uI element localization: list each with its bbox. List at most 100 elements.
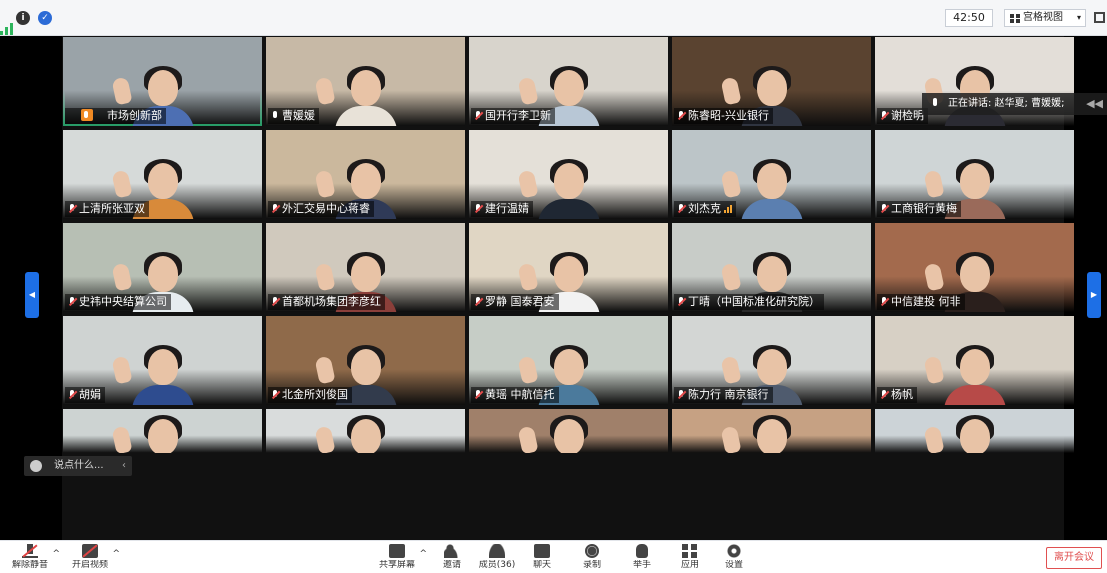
participant-tile[interactable] xyxy=(63,409,262,453)
participant-tile[interactable]: 史祎中央结算公司 xyxy=(63,223,262,312)
participant-tile[interactable]: 建行温婧 xyxy=(469,130,668,219)
invite-button[interactable]: 邀请 xyxy=(430,543,474,573)
raise-hand-button[interactable]: 举手 xyxy=(620,543,664,573)
members-button[interactable]: 成员(36) xyxy=(475,543,519,573)
participant-tile[interactable]: 中信建投 何非 xyxy=(875,223,1074,312)
participant-name: 史祎中央结算公司 xyxy=(79,295,167,308)
participant-tile[interactable]: 黄瑶 中航信托 xyxy=(469,316,668,405)
start-video-label: 开启视频 xyxy=(71,560,108,570)
participant-tile[interactable]: 国开行李卫新 xyxy=(469,37,668,126)
share-screen-icon xyxy=(389,544,405,558)
participant-figure xyxy=(719,159,803,219)
participant-tile[interactable]: 上清所张亚双 xyxy=(63,130,262,219)
leave-meeting-button[interactable]: 离开会议 xyxy=(1046,547,1102,569)
gear-icon xyxy=(726,544,742,558)
meeting-timer: 42:50 xyxy=(945,9,993,27)
participant-nameplate: 杨帆 xyxy=(877,387,917,403)
participant-tile[interactable]: 刘杰克 xyxy=(672,130,871,219)
participant-name: 上清所张亚双 xyxy=(79,202,145,215)
muted-microphone-icon xyxy=(271,204,279,214)
collapse-arrows-icon[interactable]: ◀◀ xyxy=(1086,93,1103,115)
participant-tile[interactable]: 罗静 国泰君安 xyxy=(469,223,668,312)
participant-tile[interactable]: 北金所刘俊国 xyxy=(266,316,465,405)
grid-view-icon xyxy=(1010,14,1020,23)
info-icon[interactable]: i xyxy=(16,11,30,25)
muted-microphone-icon xyxy=(271,297,279,307)
participant-tile[interactable]: 工商银行黄梅 xyxy=(875,130,1074,219)
participant-tile[interactable]: 外汇交易中心蒋睿 xyxy=(266,130,465,219)
participant-tile[interactable]: 胡娟 xyxy=(63,316,262,405)
participant-figure xyxy=(516,159,600,219)
participant-nameplate: 陈睿昭-兴业银行 xyxy=(674,108,773,124)
chat-quick-input[interactable]: 说点什么... ‹ xyxy=(24,456,132,476)
shield-icon[interactable]: ✓ xyxy=(38,11,52,25)
participant-figure xyxy=(922,345,1006,405)
participant-name: 市场创新部 xyxy=(107,109,162,122)
participant-tile[interactable]: 陈力行 南京银行 xyxy=(672,316,871,405)
participant-figure xyxy=(110,415,194,453)
record-button[interactable]: 录制 xyxy=(570,543,614,573)
apps-button[interactable]: 应用 xyxy=(668,543,712,573)
participant-nameplate: 国开行李卫新 xyxy=(471,108,555,124)
participant-tile[interactable] xyxy=(875,409,1074,453)
fullscreen-icon[interactable] xyxy=(1094,12,1105,23)
participant-nameplate: 罗静 国泰君安 xyxy=(471,294,559,310)
muted-microphone-icon xyxy=(880,297,888,307)
emoji-icon[interactable] xyxy=(30,460,42,472)
participant-tile[interactable]: 市场创新部 xyxy=(63,37,262,126)
muted-microphone-icon xyxy=(677,297,685,307)
participant-name: 中信建投 何非 xyxy=(891,295,961,308)
video-off-icon xyxy=(82,544,98,558)
muted-microphone-icon xyxy=(474,111,482,121)
participant-tile[interactable]: 丁晴（中国标准化研究院） xyxy=(672,223,871,312)
participant-tile[interactable]: 杨帆 xyxy=(875,316,1074,405)
muted-microphone-icon xyxy=(677,204,685,214)
record-label: 录制 xyxy=(582,560,601,570)
participant-name: 杨帆 xyxy=(891,388,913,401)
signal-icon[interactable] xyxy=(0,0,14,35)
participant-name: 罗静 国泰君安 xyxy=(485,295,555,308)
chat-button[interactable]: 聊天 xyxy=(520,543,564,573)
muted-microphone-icon xyxy=(880,390,888,400)
next-page-button[interactable]: ▶ xyxy=(1087,272,1101,318)
participant-tile[interactable] xyxy=(266,409,465,453)
chevron-up-icon[interactable]: ^ xyxy=(112,549,120,559)
muted-microphone-icon xyxy=(677,111,685,121)
top-bar: i ✓ 42:50 宫格视图 ▾ xyxy=(0,0,1107,36)
participant-nameplate: 丁晴（中国标准化研究院） xyxy=(674,294,824,310)
previous-page-button[interactable]: ◀ xyxy=(25,272,39,318)
unmute-button[interactable]: 解除静音 ^ xyxy=(8,543,60,573)
view-mode-button[interactable]: 宫格视图 ▾ xyxy=(1004,9,1086,27)
participant-name: 建行温婧 xyxy=(485,202,529,215)
muted-microphone-icon xyxy=(474,297,482,307)
muted-microphone-icon xyxy=(880,111,888,121)
participant-tile[interactable]: 首都机场集团李彦红 xyxy=(266,223,465,312)
participant-nameplate: 上清所张亚双 xyxy=(65,201,149,217)
chevron-down-icon: ▾ xyxy=(1076,13,1081,22)
participant-tile[interactable]: 曹媛媛 xyxy=(266,37,465,126)
participant-nameplate: 谢检明 xyxy=(877,108,928,124)
participant-name: 谢检明 xyxy=(891,109,924,122)
participant-nameplate: 史祎中央结算公司 xyxy=(65,294,171,310)
share-screen-button[interactable]: 共享屏幕 ^ xyxy=(375,543,427,573)
muted-microphone-icon xyxy=(880,204,888,214)
chevron-up-icon[interactable]: ^ xyxy=(52,549,60,559)
participant-tile[interactable] xyxy=(672,409,871,453)
view-mode-label: 宫格视图 xyxy=(1023,12,1063,23)
participant-name: 胡娟 xyxy=(79,388,101,401)
invite-label: 邀请 xyxy=(442,560,461,570)
settings-button[interactable]: 设置 xyxy=(712,543,756,573)
participant-tile[interactable]: 陈睿昭-兴业银行 xyxy=(672,37,871,126)
speaking-indicator: 正在讲话: 赵华夏; 曹媛媛; ◀◀ xyxy=(922,93,1107,115)
chevron-up-icon[interactable]: ^ xyxy=(419,549,427,559)
start-video-button[interactable]: 开启视频 ^ xyxy=(68,543,120,573)
participant-figure xyxy=(110,345,194,405)
apps-label: 应用 xyxy=(680,560,699,570)
muted-microphone-icon xyxy=(68,204,76,214)
participant-nameplate: 刘杰克 xyxy=(674,201,736,217)
participant-tile[interactable] xyxy=(469,409,668,453)
members-icon xyxy=(489,544,505,558)
chevron-left-icon[interactable]: ‹ xyxy=(122,456,126,476)
participant-nameplate: 建行温婧 xyxy=(471,201,533,217)
microphone-icon xyxy=(271,111,279,121)
